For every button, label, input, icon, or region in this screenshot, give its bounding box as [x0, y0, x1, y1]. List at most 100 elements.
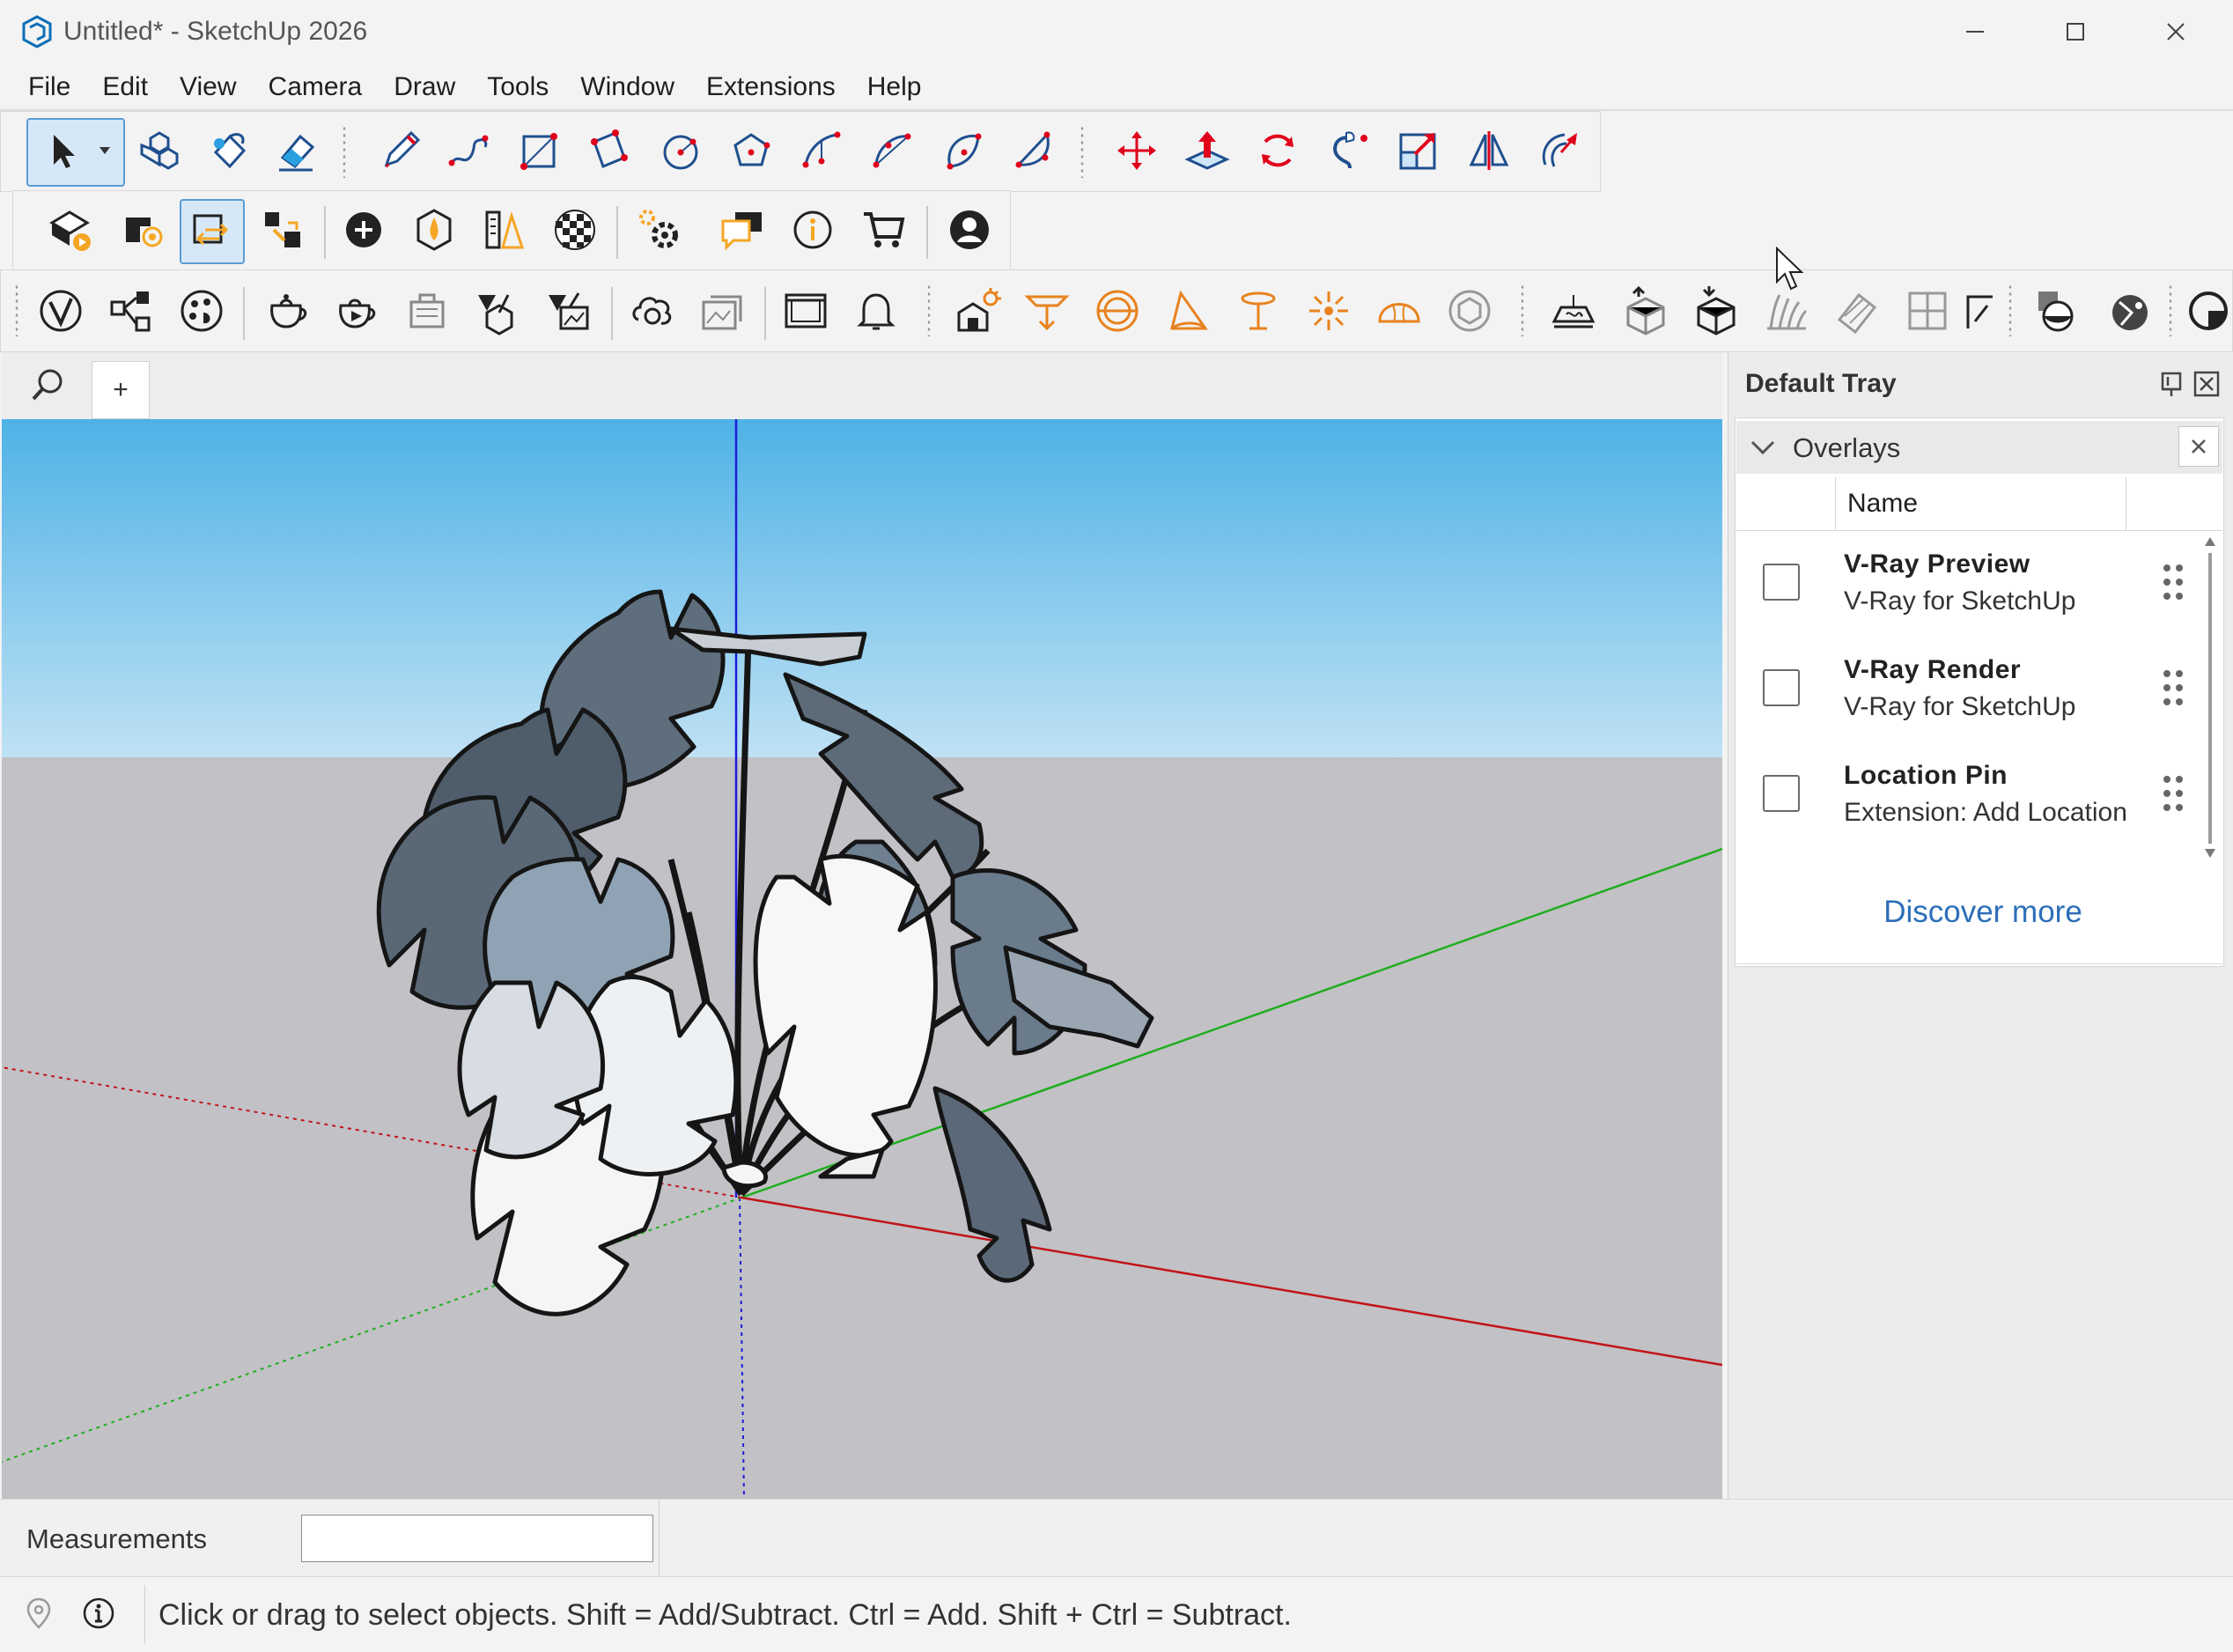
geolocation-icon[interactable]	[21, 1596, 56, 1631]
export-proxy-button[interactable]	[1615, 280, 1677, 342]
paint-bucket-button[interactable]	[197, 120, 259, 181]
overlays-scrollbar[interactable]	[2203, 532, 2217, 863]
live-component-button[interactable]	[181, 201, 243, 262]
account-button[interactable]	[939, 199, 1000, 261]
overlay-row[interactable]: Location Pin Extension: Add Location	[1736, 747, 2203, 851]
flip-button[interactable]	[1458, 120, 1520, 181]
polygon-button[interactable]	[720, 120, 782, 181]
vray-chaos-cloud-button[interactable]	[622, 280, 683, 342]
trimble-connect-button[interactable]	[403, 199, 465, 261]
rectangle-button[interactable]	[509, 120, 571, 181]
infinite-plane-button[interactable]	[1543, 280, 1604, 342]
plant-model[interactable]	[376, 589, 1154, 1316]
extension-warehouse-button[interactable]	[109, 199, 171, 261]
chevron-down-icon[interactable]	[1747, 431, 1779, 463]
eraser-button[interactable]	[266, 120, 328, 181]
vray-ball-button[interactable]	[2099, 280, 2161, 342]
drag-handle-icon[interactable]	[2161, 773, 2185, 814]
select-dropdown-button[interactable]	[92, 120, 118, 181]
arc-button[interactable]	[791, 120, 852, 181]
add-scene-button[interactable]: +	[92, 361, 150, 419]
maximize-button[interactable]	[2025, 0, 2126, 63]
render-cloud-button[interactable]	[396, 280, 458, 342]
toolbar-grip[interactable]	[1080, 125, 1085, 178]
ies-light-button[interactable]	[1227, 280, 1289, 342]
toolbar-grip[interactable]	[342, 125, 347, 178]
drag-handle-icon[interactable]	[2161, 562, 2185, 602]
make-component-button[interactable]	[129, 120, 190, 181]
mesh-light-button[interactable]	[1439, 280, 1500, 342]
toolbar-grip[interactable]	[926, 284, 932, 336]
dynamic-components-button[interactable]	[252, 199, 313, 261]
pie-button[interactable]	[1002, 120, 1064, 181]
overlay-row[interactable]: V-Ray Render V-Ray for SketchUp	[1736, 641, 2203, 745]
style-builder-button[interactable]	[474, 199, 535, 261]
measurements-input[interactable]	[301, 1515, 653, 1562]
spot-light-button[interactable]	[1157, 280, 1219, 342]
scene-search-tab[interactable]	[11, 352, 86, 417]
menu-help[interactable]: Help	[851, 63, 938, 111]
import-proxy-button[interactable]	[1685, 280, 1747, 342]
toolbar-grip[interactable]	[2008, 284, 2013, 336]
decal-button[interactable]	[1897, 280, 1958, 342]
omni-light-button[interactable]	[1298, 280, 1360, 342]
pencil-button[interactable]	[370, 120, 431, 181]
sun-scene-button[interactable]	[947, 280, 1009, 342]
overlays-close-button[interactable]	[2178, 426, 2219, 467]
scatter-button[interactable]	[1826, 280, 1888, 342]
add-button[interactable]	[333, 199, 394, 261]
vray-button[interactable]	[30, 280, 92, 342]
render-button[interactable]	[255, 280, 317, 342]
freehand-button[interactable]	[438, 120, 500, 181]
vray-batch-button[interactable]	[692, 280, 754, 342]
minimize-button[interactable]	[1925, 0, 2025, 63]
tray-close-icon[interactable]	[2192, 370, 2221, 398]
toolbar-grip[interactable]	[1520, 284, 1525, 336]
overlay-checkbox[interactable]	[1763, 775, 1800, 812]
material-button[interactable]	[2025, 280, 2087, 342]
circle-button[interactable]	[650, 120, 711, 181]
push-pull-button[interactable]	[1176, 120, 1238, 181]
menu-camera[interactable]: Camera	[253, 63, 379, 111]
discover-more-link[interactable]: Discover more	[1846, 889, 2120, 935]
messages-button[interactable]	[711, 199, 773, 261]
toolbar-grip[interactable]	[2168, 284, 2173, 336]
section-button[interactable]	[1958, 280, 2002, 342]
render-interactive-button[interactable]	[326, 280, 387, 342]
rotated-rectangle-button[interactable]	[579, 120, 641, 181]
extension-manager-button[interactable]	[627, 199, 689, 261]
move-button[interactable]	[1106, 120, 1168, 181]
sphere-light-button[interactable]	[1087, 280, 1148, 342]
vray-notification-button[interactable]	[845, 280, 907, 342]
menu-tools[interactable]: Tools	[471, 63, 564, 111]
offset-button[interactable]	[1529, 120, 1590, 181]
vray-frame-buffer-button[interactable]	[171, 280, 232, 342]
dome-light-button[interactable]	[1368, 280, 1430, 342]
two-point-arc-button[interactable]	[861, 120, 923, 181]
rotate-button[interactable]	[1247, 120, 1308, 181]
warehouse-button[interactable]	[39, 199, 100, 261]
menu-edit[interactable]: Edit	[86, 63, 164, 111]
overlay-checkbox[interactable]	[1763, 669, 1800, 706]
overlay-checkbox[interactable]	[1763, 564, 1800, 601]
vray-viewport-button[interactable]	[775, 280, 836, 342]
menu-view[interactable]: View	[164, 63, 252, 111]
rect-light-button[interactable]	[1016, 280, 1078, 342]
vray-mesh-button[interactable]	[537, 280, 599, 342]
vray-proxy-button[interactable]	[467, 280, 528, 342]
toolbar-grip[interactable]	[14, 284, 19, 336]
cart-button[interactable]	[852, 199, 914, 261]
info-button[interactable]	[782, 199, 844, 261]
close-window-button[interactable]	[2126, 0, 2226, 63]
info-icon[interactable]	[81, 1596, 116, 1631]
overlay-row[interactable]: V-Ray Preview V-Ray for SketchUp	[1736, 535, 2203, 639]
select-tool-button[interactable]	[30, 120, 92, 181]
pin-icon[interactable]	[2157, 370, 2185, 398]
column-name-header[interactable]: Name	[1847, 484, 1918, 523]
menu-window[interactable]: Window	[564, 63, 690, 111]
three-point-arc-button[interactable]	[932, 120, 993, 181]
menu-extensions[interactable]: Extensions	[690, 63, 851, 111]
scale-button[interactable]	[1388, 120, 1449, 181]
drag-handle-icon[interactable]	[2161, 667, 2185, 708]
checker-button[interactable]	[544, 199, 606, 261]
